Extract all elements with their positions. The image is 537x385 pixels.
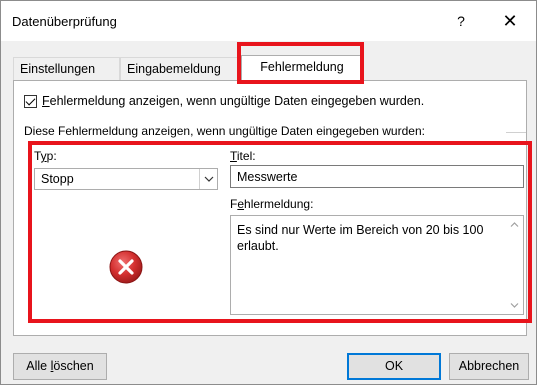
title-field-label: Titel: — [230, 149, 256, 163]
chevron-down-icon[interactable] — [199, 169, 217, 189]
error-message-label: Fehlermeldung: — [230, 197, 314, 211]
group-label: Diese Fehlermeldung anzeigen, wenn ungül… — [24, 124, 425, 138]
show-error-checkbox-row[interactable]: Fehlermeldung anzeigen, wenn ungültige D… — [24, 94, 424, 108]
title-input[interactable] — [230, 165, 524, 188]
tab-einstellungen[interactable]: Einstellungen — [13, 57, 120, 80]
message-scrollbar[interactable] — [506, 216, 523, 314]
title-bar: Datenüberprüfung ? ✕ — [1, 1, 536, 41]
tab-fehlermeldung[interactable]: Fehlermeldung — [241, 55, 363, 81]
dialog-title: Datenüberprüfung — [12, 14, 117, 29]
show-error-checkbox[interactable] — [24, 94, 37, 108]
data-validation-dialog: Datenüberprüfung ? ✕ Einstellungen Einga… — [0, 0, 537, 385]
type-label: Typ: — [34, 149, 57, 163]
show-error-checkbox-label: Fehlermeldung anzeigen, wenn ungültige D… — [42, 94, 425, 108]
type-select-value: Stopp — [41, 172, 74, 186]
error-message-text: Es sind nur Werte im Bereich von 20 bis … — [237, 223, 484, 253]
help-button[interactable]: ? — [450, 10, 472, 32]
close-button[interactable]: ✕ — [495, 9, 525, 33]
tab-eingabemeldung[interactable]: Eingabemeldung — [120, 57, 239, 80]
error-message-textarea[interactable]: Es sind nur Werte im Bereich von 20 bis … — [230, 215, 524, 315]
scroll-up-icon[interactable] — [506, 216, 523, 233]
error-stop-icon — [109, 250, 143, 284]
group-divider — [506, 132, 526, 133]
cancel-button[interactable]: Abbrechen — [449, 353, 529, 380]
clear-all-button[interactable]: Alle löschen — [13, 353, 107, 380]
ok-button[interactable]: OK — [347, 353, 441, 380]
scroll-down-icon[interactable] — [506, 297, 523, 314]
type-select[interactable]: Stopp — [34, 168, 218, 190]
